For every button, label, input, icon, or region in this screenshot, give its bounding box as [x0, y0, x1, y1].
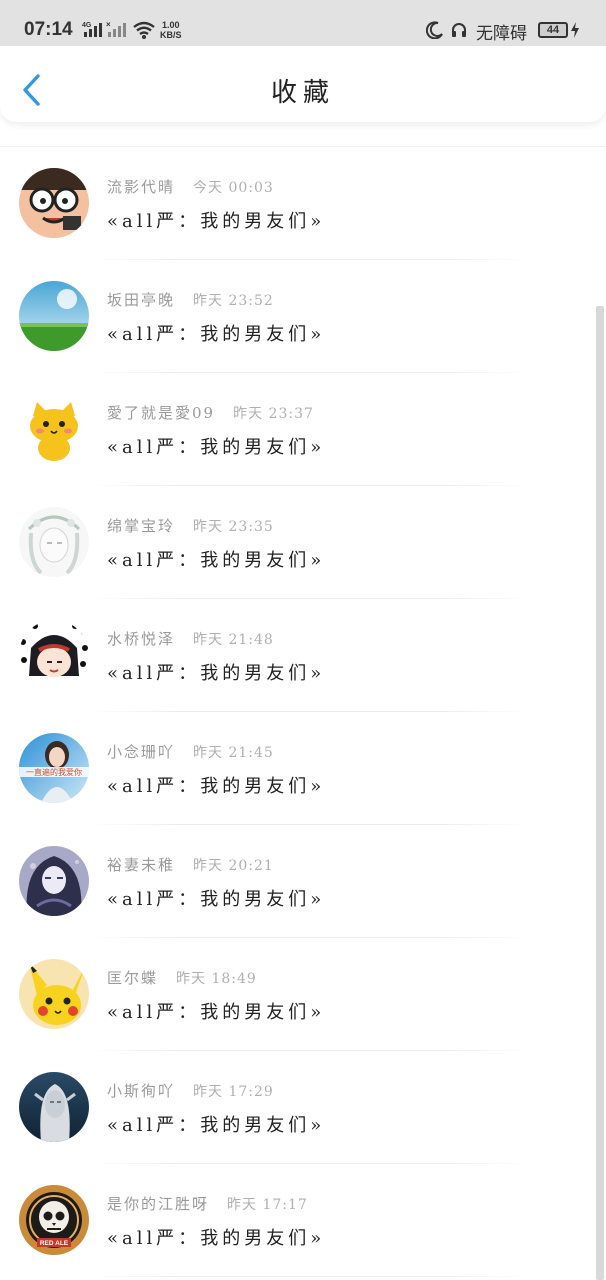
list-item[interactable]: 裕妻未稚 昨天 20:21 «all严：我的男友们» — [0, 825, 606, 938]
moon-icon — [426, 21, 443, 39]
list-item[interactable]: 匡尔蝶 昨天 18:49 «all严：我的男友们» — [0, 938, 606, 1051]
headphones-icon — [452, 23, 466, 37]
timestamp: 昨天 21:45 — [193, 745, 274, 761]
list-item[interactable]: 绵掌宝玲 昨天 23:35 «all严：我的男友们» — [0, 486, 606, 599]
avatar-elf[interactable] — [19, 1072, 89, 1142]
list-item[interactable]: 一直遍的我爱你 小念珊吖 昨天 21:45 «all严：我的男友们» — [0, 712, 606, 825]
timestamp: 昨天 17:29 — [193, 1084, 274, 1100]
favorite-title: «all严：我的男友们» — [107, 550, 326, 571]
battery-indicator: 44 — [538, 22, 568, 38]
wifi-icon — [133, 21, 155, 39]
avatar-banner-text: 一直遍的我爱你 — [26, 767, 82, 777]
list-item[interactable]: 小斯徇吖 昨天 17:29 «all严：我的男友们» — [0, 1051, 606, 1164]
app-header: 收藏 — [0, 46, 606, 122]
favorite-title: «all严：我的男友们» — [107, 889, 326, 910]
nickname: 小念珊吖 昨天 21:45 — [107, 741, 274, 762]
nickname: 是你的江胜呀 昨天 17:17 — [107, 1193, 308, 1214]
favorite-title: «all严：我的男友们» — [107, 1002, 326, 1023]
speed-unit: KB/S — [160, 30, 182, 40]
nickname-text: 流影代晴 — [107, 178, 176, 196]
nickname: 小斯徇吖 昨天 17:29 — [107, 1080, 274, 1101]
signal-4g-icon: 4G — [82, 22, 102, 37]
list-item[interactable]: RED ALE 是你的江胜呀 昨天 17:17 «all严：我的男友们» — [0, 1164, 606, 1277]
nickname-text: 是你的江胜呀 — [107, 1195, 210, 1213]
timestamp: 昨天 18:49 — [176, 971, 257, 987]
timestamp: 昨天 20:21 — [193, 858, 274, 874]
list-item[interactable]: 流影代晴 今天 00:03 «all严：我的男友们» — [0, 147, 606, 260]
nickname: 坂田亭晚 昨天 23:52 — [107, 289, 274, 310]
nickname-text: 绵掌宝玲 — [107, 517, 176, 535]
item-divider — [90, 1276, 530, 1277]
svg-text:×: × — [106, 20, 111, 29]
nickname: 流影代晴 今天 00:03 — [107, 176, 274, 197]
nickname-text: 小念珊吖 — [107, 743, 176, 761]
avatar-anime-dots[interactable] — [19, 620, 89, 690]
list-item[interactable]: 水桥悦泽 昨天 21:48 «all严：我的男友们» — [0, 599, 606, 712]
favorite-title: «all严：我的男友们» — [107, 437, 326, 458]
nickname: 裕妻未稚 昨天 20:21 — [107, 854, 274, 875]
status-bar: 07:14 4G × 1.00 KB/S 无障碍 44 — [0, 0, 606, 46]
status-time: 07:14 — [24, 19, 73, 40]
nickname-text: 小斯徇吖 — [107, 1082, 176, 1100]
network-label: 4G — [82, 22, 92, 29]
list-item[interactable]: 坂田亭晚 昨天 23:52 «all严：我的男友们» — [0, 260, 606, 373]
favorite-title: «all严：我的男友们» — [107, 1228, 326, 1249]
nickname-text: 裕妻未稚 — [107, 856, 176, 874]
avatar-pikachu[interactable] — [19, 959, 89, 1029]
nickname: 匡尔蝶 昨天 18:49 — [107, 967, 257, 988]
favorite-title: «all严：我的男友们» — [107, 776, 326, 797]
avatar-girl-banner[interactable]: 一直遍的我爱你 — [19, 733, 89, 803]
nickname-text: 坂田亭晚 — [107, 291, 176, 309]
page-title: 收藏 — [270, 78, 335, 108]
avatar-badge-text: RED ALE — [40, 1240, 69, 1247]
timestamp: 昨天 23:52 — [193, 293, 274, 309]
favorites-list: 流影代晴 今天 00:03 «all严：我的男友们» 坂田亭晚 昨天 23:52 «… — [0, 147, 606, 1280]
timestamp: 昨天 17:17 — [227, 1197, 308, 1213]
nickname: 绵掌宝玲 昨天 23:35 — [107, 515, 274, 536]
timestamp: 昨天 21:48 — [193, 632, 274, 648]
charging-bolt-icon — [571, 22, 579, 38]
nickname: 愛了就是愛09 昨天 23:37 — [107, 402, 314, 423]
timestamp: 昨天 23:35 — [193, 519, 274, 535]
timestamp: 昨天 23:37 — [233, 406, 314, 422]
nickname-text: 愛了就是愛09 — [107, 404, 216, 422]
signal-2-no-service-icon: × — [106, 20, 126, 37]
favorite-title: «all严：我的男友们» — [107, 324, 326, 345]
list-item[interactable]: 愛了就是愛09 昨天 23:37 «all严：我的男友们» — [0, 373, 606, 486]
speed-value: 1.00 — [161, 20, 180, 30]
avatar-dark-anime[interactable] — [19, 846, 89, 916]
avatar-landscape[interactable] — [19, 281, 89, 351]
avatar-sketch-girl[interactable] — [19, 507, 89, 577]
nickname-text: 匡尔蝶 — [107, 969, 159, 987]
favorite-title: «all严：我的男友们» — [107, 1115, 326, 1136]
avatar-cartoon-glasses[interactable] — [19, 168, 89, 238]
nickname: 水桥悦泽 昨天 21:48 — [107, 628, 274, 649]
network-speed: 1.00 KB/S — [160, 20, 182, 40]
favorite-title: «all严：我的男友们» — [107, 663, 326, 684]
avatar-yellow-cat[interactable] — [19, 394, 89, 464]
timestamp: 今天 00:03 — [193, 180, 274, 196]
favorite-title: «all严：我的男友们» — [107, 211, 326, 232]
scrollbar[interactable] — [596, 306, 604, 1280]
nickname-text: 水桥悦泽 — [107, 630, 176, 648]
accessibility-label: 无障碍 — [476, 24, 527, 44]
avatar-skull[interactable]: RED ALE — [19, 1185, 89, 1255]
